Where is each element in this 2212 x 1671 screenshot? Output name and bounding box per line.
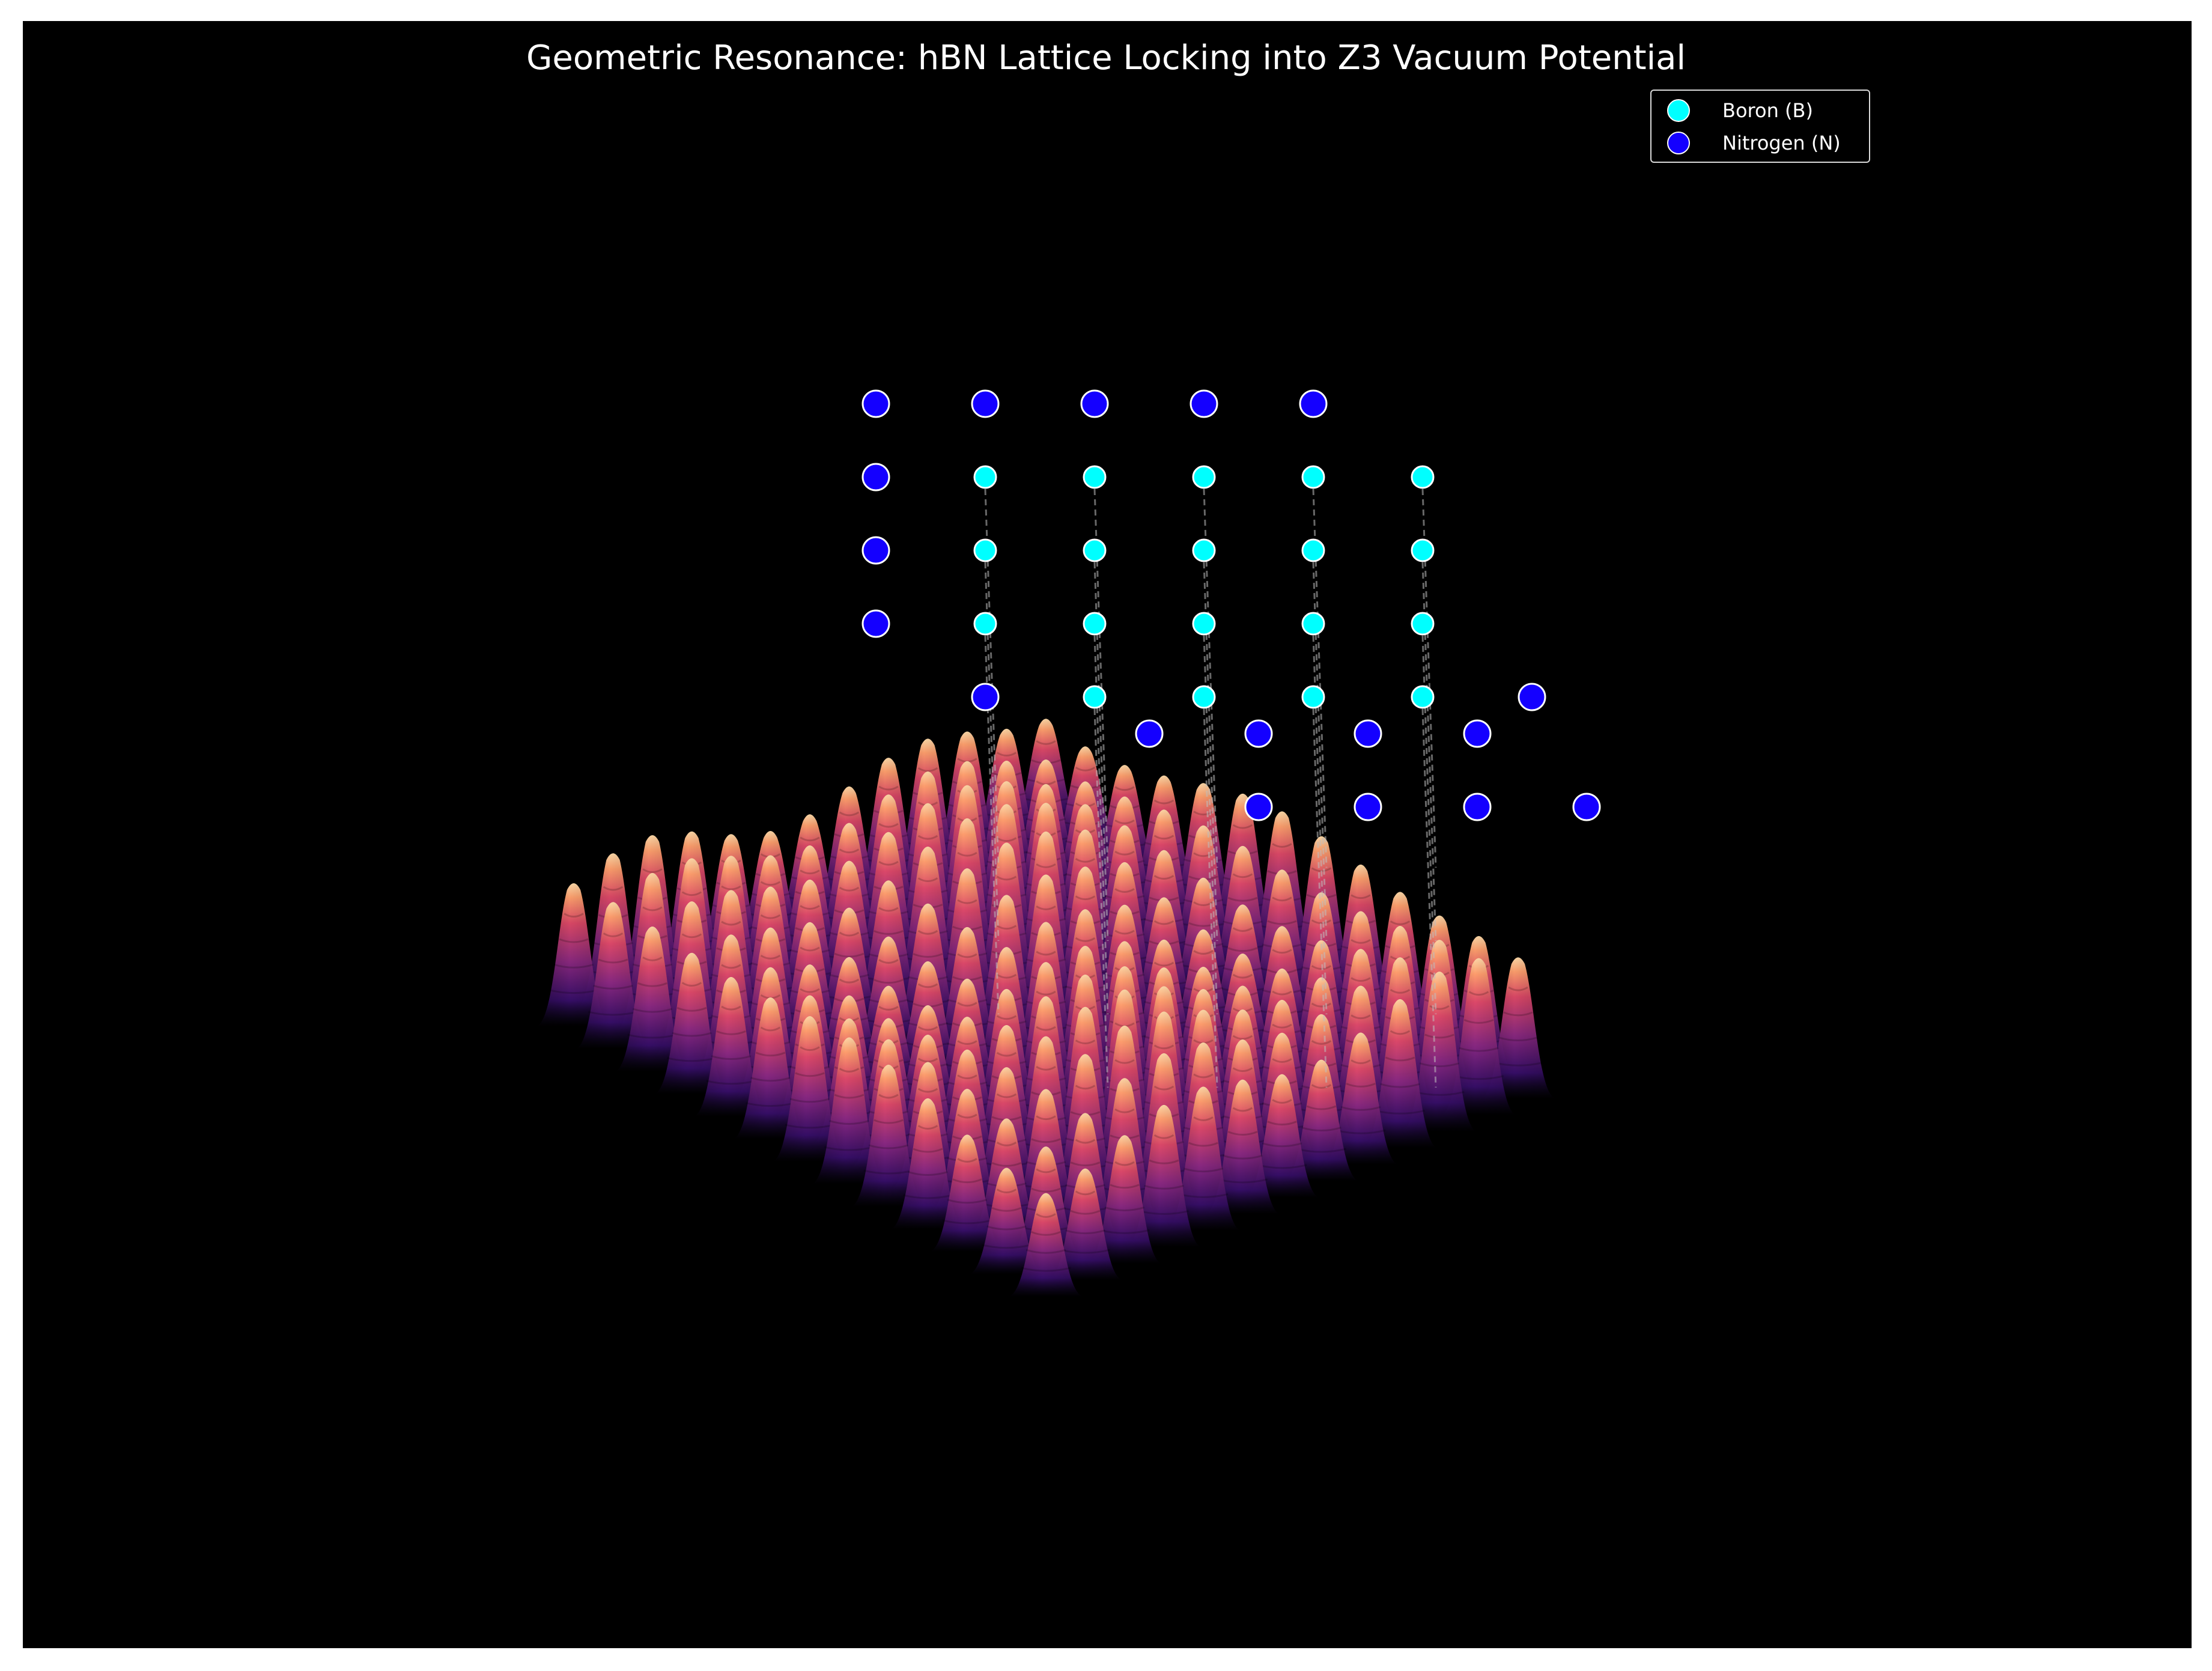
nitrogen-atom	[1572, 793, 1601, 821]
boron-atom	[1083, 685, 1107, 709]
boron-atom	[1411, 612, 1435, 636]
boron-atom	[1083, 465, 1107, 489]
nitrogen-atom	[1354, 719, 1382, 748]
chart-title: Geometric Resonance: hBN Lattice Locking…	[526, 38, 1686, 78]
nitrogen-atom	[1299, 389, 1328, 418]
nitrogen-atom	[1135, 719, 1164, 748]
boron-atom	[1411, 465, 1435, 489]
legend-label-boron: Boron (B)	[1722, 99, 1813, 122]
boron-atom	[1192, 612, 1216, 636]
legend: Boron (B) Nitrogen (N)	[1650, 90, 1870, 163]
nitrogen-atom	[861, 389, 890, 418]
nitrogen-atom	[1463, 719, 1492, 748]
legend-marker-nitrogen	[1667, 132, 1690, 154]
chart-canvas	[536, 389, 1601, 1297]
nitrogen-atom	[861, 536, 890, 565]
boron-atom	[1083, 538, 1107, 562]
boron-atom	[1192, 538, 1216, 562]
boron-atom	[1083, 612, 1107, 636]
nitrogen-atom	[861, 463, 890, 492]
legend-marker-boron	[1667, 99, 1690, 122]
boron-atom	[1192, 685, 1216, 709]
legend-item-nitrogen: Nitrogen (N)	[1651, 128, 1869, 158]
boron-atom	[973, 465, 997, 489]
nitrogen-atom	[971, 683, 1000, 711]
nitrogen-atom	[1244, 793, 1273, 821]
boron-atom	[1192, 465, 1216, 489]
nitrogen-atom	[1518, 683, 1546, 711]
boron-atom	[973, 612, 997, 636]
boron-atom	[1301, 465, 1325, 489]
boron-atom	[1411, 538, 1435, 562]
boron-atom	[973, 538, 997, 562]
nitrogen-atom	[1080, 389, 1109, 418]
nitrogen-atom	[1244, 719, 1273, 748]
legend-label-nitrogen: Nitrogen (N)	[1722, 132, 1841, 154]
boron-atom	[1301, 685, 1325, 709]
nitrogen-atom	[1354, 793, 1382, 821]
boron-atom	[1301, 538, 1325, 562]
boron-atom	[1301, 612, 1325, 636]
boron-atom	[1411, 685, 1435, 709]
nitrogen-atom	[861, 609, 890, 638]
nitrogen-atom	[1190, 389, 1218, 418]
nitrogen-atom	[1463, 793, 1492, 821]
nitrogen-atom	[971, 389, 1000, 418]
legend-item-boron: Boron (B)	[1651, 96, 1869, 126]
potential-surface	[536, 719, 1555, 1297]
